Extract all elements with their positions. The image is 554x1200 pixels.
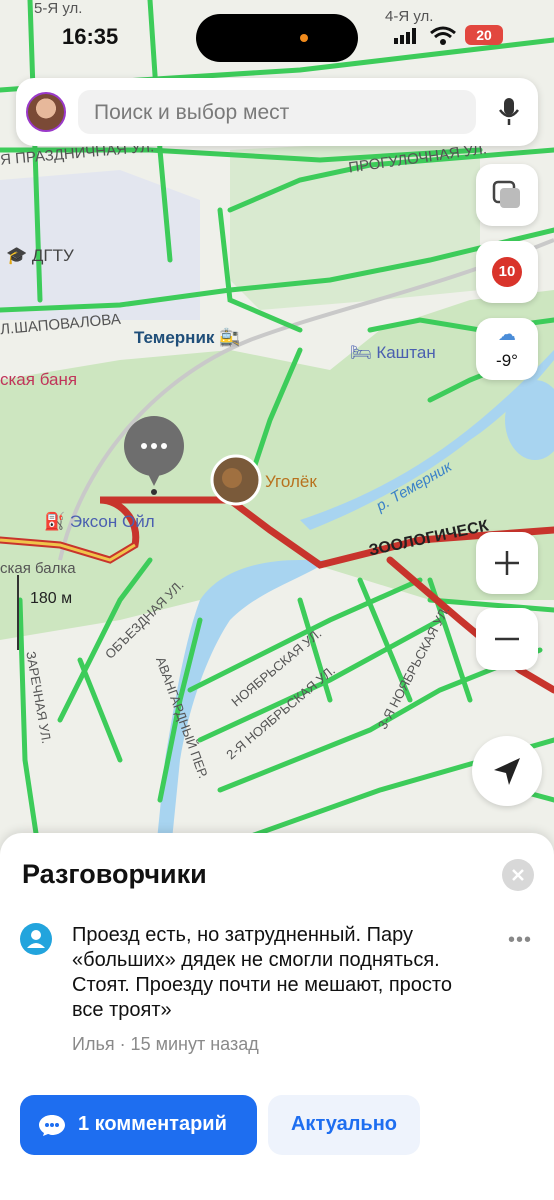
traffic-level-badge: 10 (492, 257, 522, 287)
plus-icon (495, 551, 519, 575)
search-bar[interactable]: Поиск и выбор мест (16, 78, 538, 146)
weather-button[interactable]: ☁ -9° (476, 318, 538, 380)
comment-meta: Илья · 15 минут назад (72, 1034, 259, 1054)
actual-button[interactable]: Актуально (268, 1095, 420, 1155)
chat-bubble-icon (39, 1115, 65, 1136)
layers-button[interactable] (476, 164, 538, 226)
poi-exxon[interactable]: ⛽ Эксон Ойл (44, 512, 155, 532)
poi-balka: ская балка (0, 560, 76, 577)
navigation-arrow-icon (494, 758, 520, 785)
more-options-button[interactable]: ••• (508, 929, 532, 952)
actual-button-label: Актуально (290, 1113, 398, 1135)
microphone-icon[interactable] (498, 98, 520, 126)
wifi-icon (430, 26, 456, 45)
comments-button[interactable]: 1 комментарий (20, 1095, 257, 1155)
poi-banya[interactable]: ская баня (0, 370, 77, 390)
search-placeholder: Поиск и выбор мест (94, 101, 290, 124)
locate-me-button[interactable] (472, 736, 542, 806)
comment-text: Проезд есть, но затрудненный. Пару «боль… (72, 924, 452, 1021)
battery-indicator: 20 (465, 25, 503, 45)
sheet-title: Разговорчики (22, 859, 207, 889)
comments-button-label: 1 комментарий (78, 1113, 227, 1135)
snow-cloud-icon: ☁ (498, 324, 516, 344)
dynamic-island (196, 14, 358, 62)
close-icon (512, 869, 524, 881)
poi-kashtan[interactable]: 🛏 Каштан (350, 343, 436, 363)
status-bar: 16:35 20 (0, 0, 554, 70)
minus-icon (495, 637, 519, 641)
poi-ugolek[interactable]: Уголёк (265, 472, 317, 492)
zoom-in-button[interactable] (476, 532, 538, 594)
cellular-signal-icon (394, 28, 416, 44)
status-time: 16:35 (62, 24, 119, 49)
poi-station[interactable]: Темерник 🚉 (134, 328, 240, 348)
layers-icon (492, 180, 520, 208)
close-button[interactable] (502, 859, 534, 891)
map-scale: 180 м (30, 590, 73, 607)
zoom-out-button[interactable] (476, 608, 538, 670)
bottom-sheet: Разговорчики Проезд есть, но затрудненны… (0, 833, 554, 1200)
user-icon (20, 923, 52, 955)
search-input[interactable]: Поиск и выбор мест (78, 90, 476, 134)
weather-temp: -9° (496, 351, 518, 370)
user-avatar[interactable] (26, 92, 66, 132)
poi-dgtu[interactable]: 🎓 ДГТУ (6, 246, 74, 266)
traffic-button[interactable]: 10 (476, 241, 538, 303)
